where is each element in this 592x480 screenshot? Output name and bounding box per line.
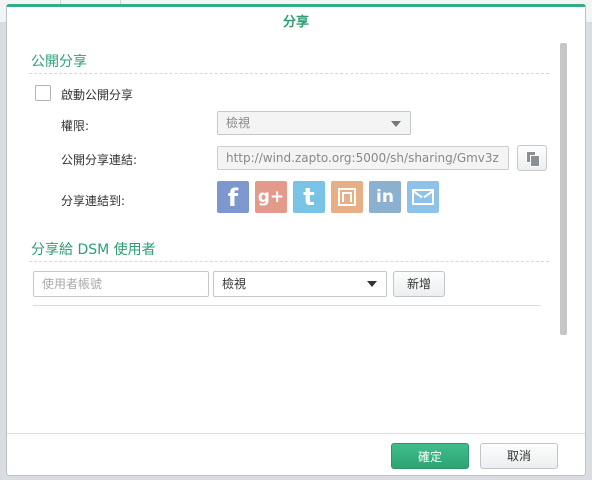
share-link-label: 公開分享連結: bbox=[61, 153, 138, 167]
permission-select-value: 檢視 bbox=[226, 116, 251, 130]
enable-public-share-label[interactable]: 啟動公開分享 bbox=[61, 86, 133, 103]
permission-label: 權限: bbox=[61, 119, 90, 133]
cancel-button[interactable]: 取消 bbox=[480, 443, 558, 469]
share-to-label: 分享連結到: bbox=[61, 194, 126, 208]
user-account-input[interactable] bbox=[33, 271, 209, 297]
chevron-down-icon bbox=[367, 281, 377, 287]
scrollbar-thumb[interactable] bbox=[560, 43, 567, 335]
chevron-down-icon bbox=[391, 121, 401, 127]
mail-icon[interactable] bbox=[407, 181, 439, 213]
dialog-content: 公開分享 啟動公開分享 權限: 檢視 公開分享連結: http://wind.z… bbox=[29, 43, 553, 439]
linkedin-icon[interactable]: in bbox=[369, 181, 401, 213]
user-permission-select-value: 檢視 bbox=[222, 277, 247, 291]
section-divider bbox=[29, 73, 549, 74]
facebook-icon[interactable]: f bbox=[217, 181, 249, 213]
dialog-title: 分享 bbox=[282, 15, 309, 30]
add-user-button[interactable]: 新增 bbox=[393, 271, 445, 297]
copy-link-button[interactable] bbox=[517, 145, 547, 171]
permission-select[interactable]: 檢視 bbox=[217, 111, 411, 135]
plurk-icon[interactable] bbox=[331, 181, 363, 213]
section-divider bbox=[29, 261, 549, 262]
footer-divider bbox=[7, 433, 585, 434]
share-link-field[interactable]: http://wind.zapto.org:5000/sh/sharing/Gm… bbox=[217, 146, 509, 170]
public-share-section-title: 公開分享 bbox=[31, 54, 87, 70]
share-dialog: 分享 公開分享 啟動公開分享 權限: 檢視 公開分享連結: http://win… bbox=[6, 4, 586, 476]
google-plus-icon[interactable]: g+ bbox=[255, 181, 287, 213]
confirm-button[interactable]: 確定 bbox=[391, 443, 469, 469]
dsm-share-section-title: 分享給 DSM 使用者 bbox=[31, 242, 156, 258]
enable-public-share-checkbox[interactable] bbox=[35, 85, 51, 101]
user-list-divider bbox=[33, 305, 541, 306]
twitter-icon[interactable]: t bbox=[293, 181, 325, 213]
user-permission-select[interactable]: 檢視 bbox=[213, 271, 387, 297]
